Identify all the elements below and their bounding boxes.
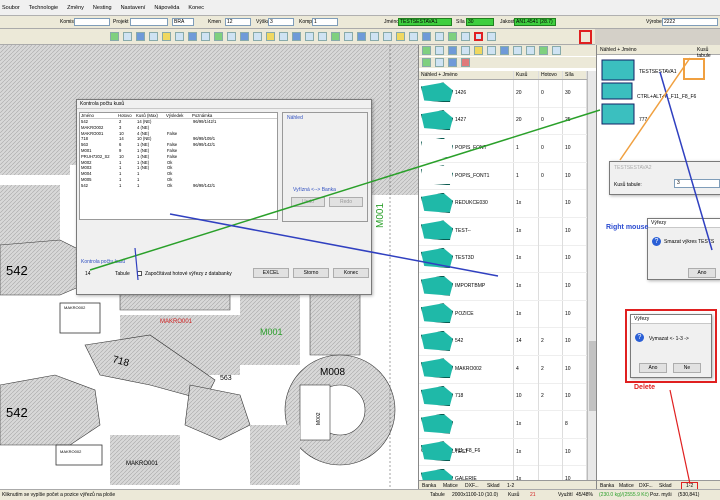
status-tabule-label: Tabule [430,492,445,498]
status-vyuziti-label: Využití [558,492,573,498]
status-kusu: 21 [530,492,536,498]
status-pozice: (530,841) [678,492,700,498]
status-kusu-label: Kusů [508,492,520,498]
status-vyuziti: 45/48% [576,492,593,498]
status-hint: Kliknutím se vypíše počet a pozice výřez… [2,492,116,498]
right-mouse-annotation: Right mouse [606,224,649,231]
status-bar: Kliknutím se vypíše počet a pozice výřez… [0,489,720,500]
status-hmotnost: (230.0 kg)/(2555.9 Kč) [599,492,649,498]
annotation-arrows [89,57,713,485]
status-pozice-label: Poz. myši [650,492,672,498]
status-tabule: 2000x1100-10 (10.0) [452,492,499,498]
delete-annotation: Delete [634,384,656,391]
